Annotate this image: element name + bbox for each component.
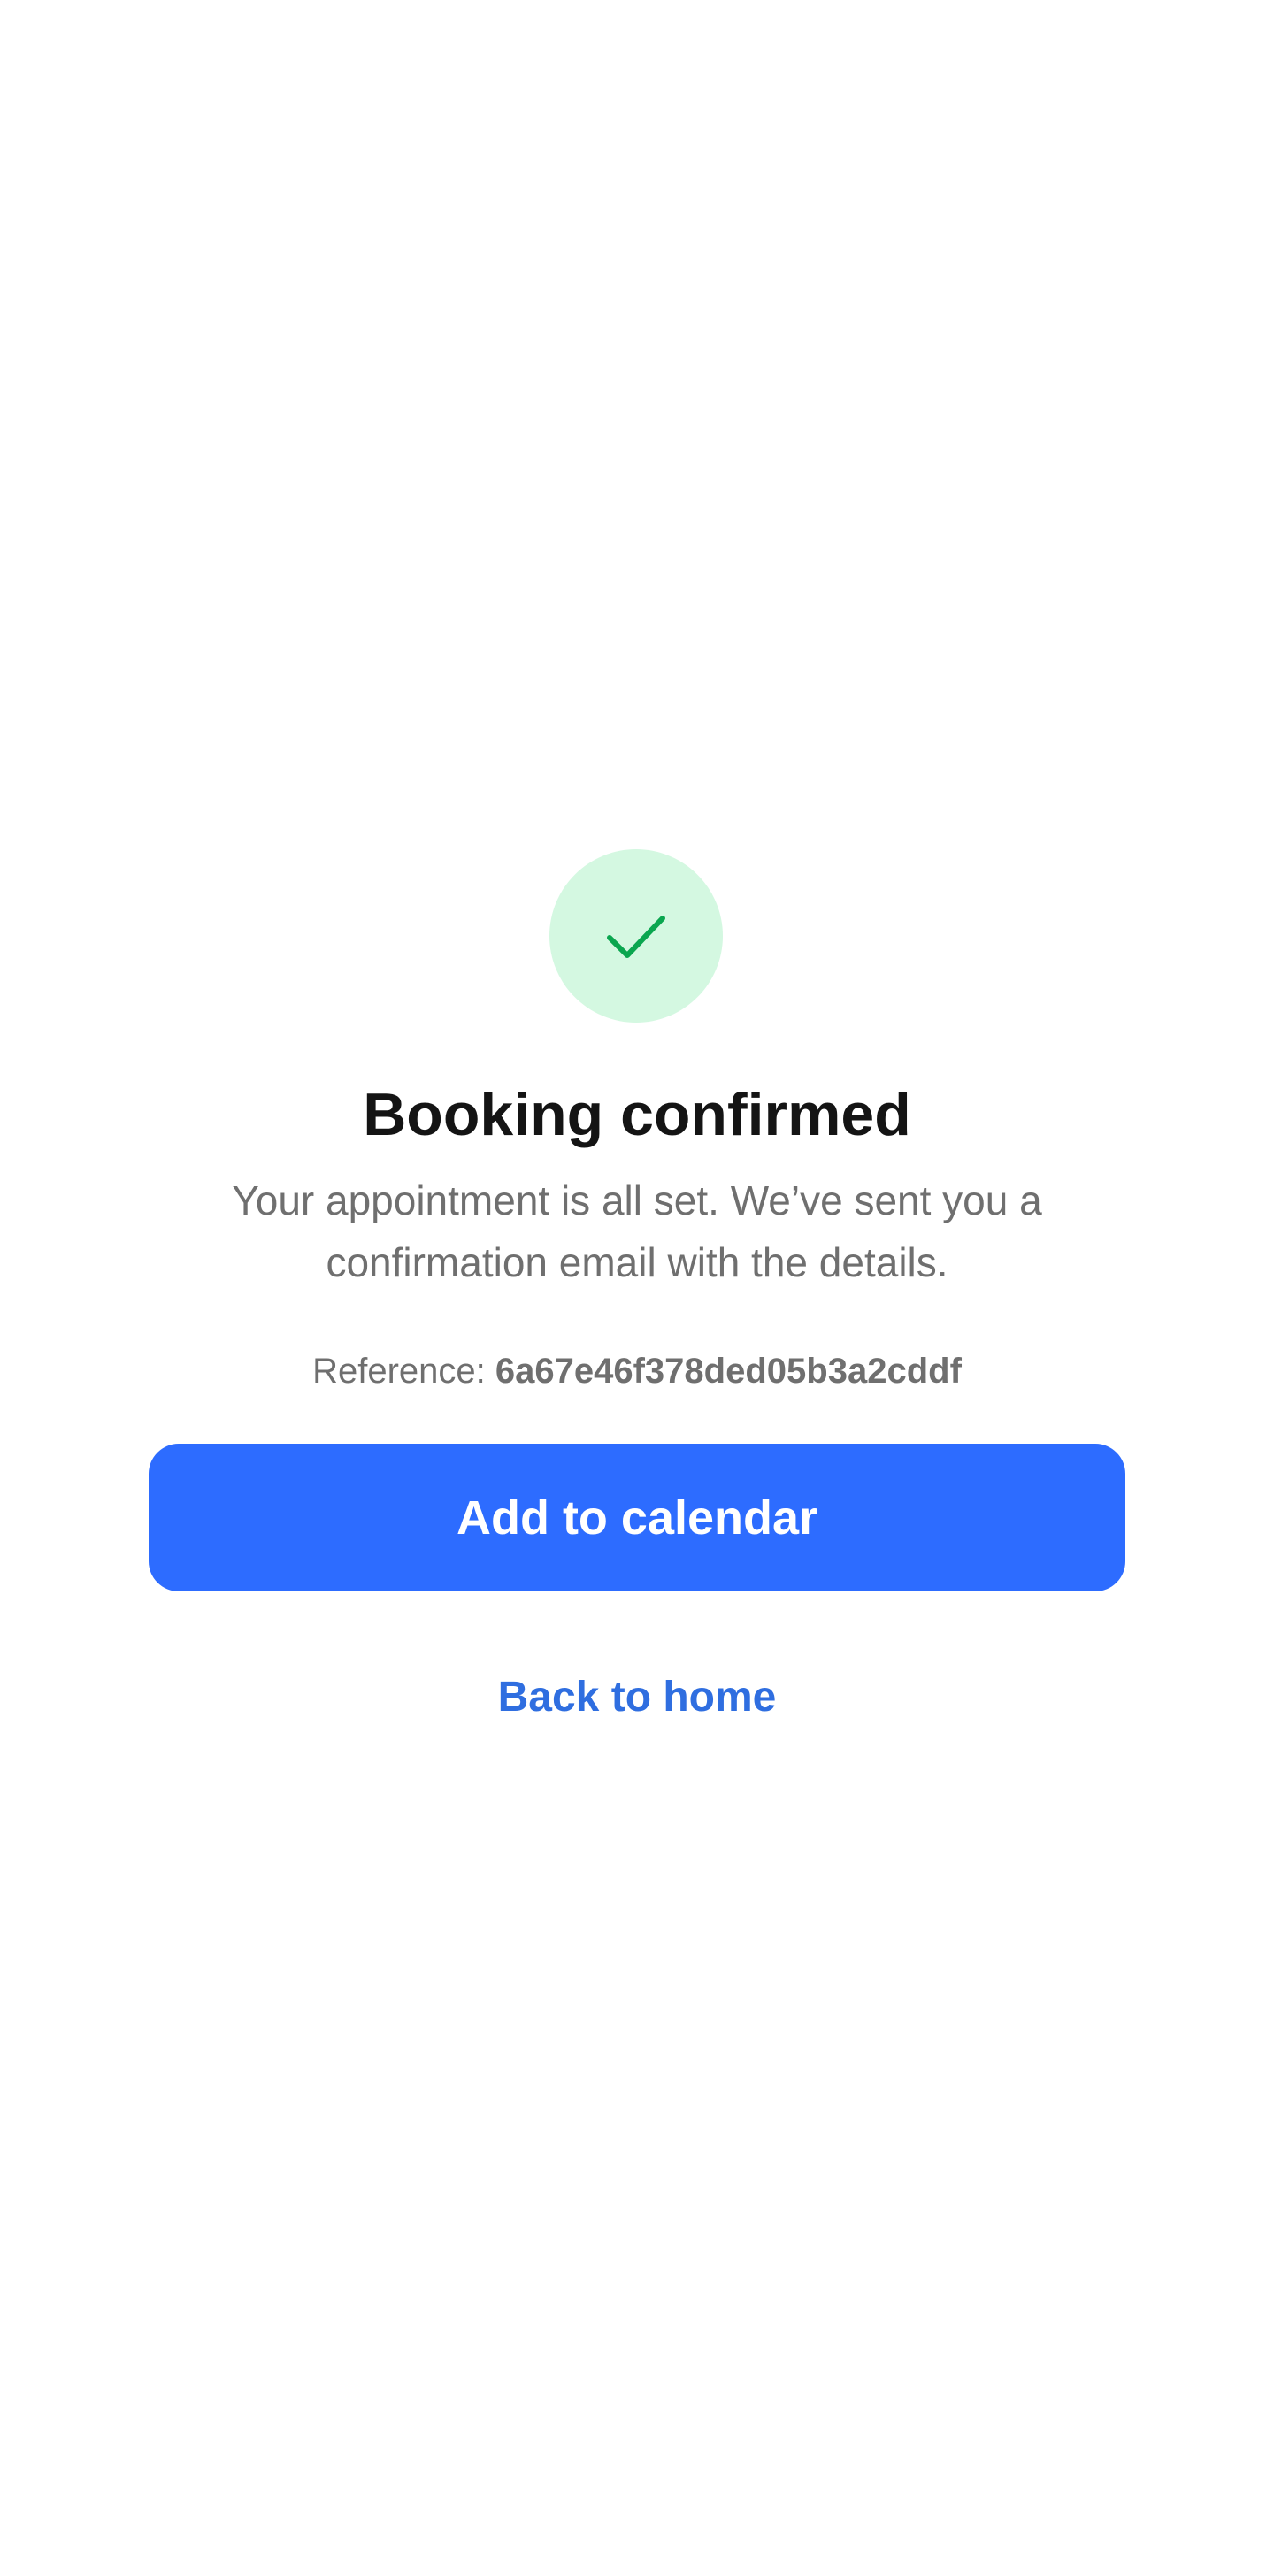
reference-value: 6a67e46f378ded05b3a2cddf <box>495 1352 962 1391</box>
confirmation-message: Your appointment is all set. We’ve sent … <box>232 1177 1042 1285</box>
add-to-calendar-button[interactable]: Add to calendar <box>149 1444 1125 1591</box>
booking-reference: Reference: 6a67e46f378ded05b3a2cddf <box>0 1345 1274 1398</box>
reference-label: Reference: <box>312 1352 486 1391</box>
success-badge <box>549 849 723 1023</box>
checkmark-icon <box>607 916 665 958</box>
page-title: Booking confirmed <box>363 1081 911 1148</box>
back-to-home-link[interactable]: Back to home <box>416 1660 858 1734</box>
booking-confirmation-screen: Booking confirmed Your appointment is al… <box>0 0 1274 2576</box>
